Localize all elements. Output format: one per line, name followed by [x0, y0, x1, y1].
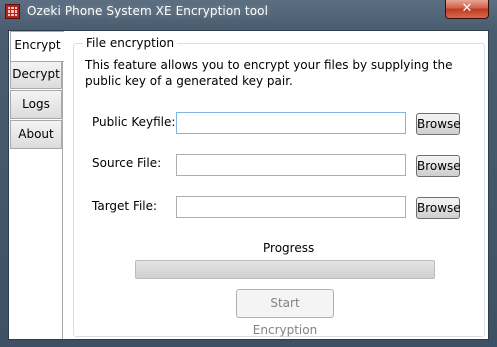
tab-encrypt[interactable]: Encrypt — [10, 31, 64, 62]
source-file-label: Source File: — [92, 156, 162, 170]
description-text: This feature allows you to encrypt your … — [85, 58, 453, 88]
tab-about[interactable]: About — [10, 120, 62, 149]
target-file-input[interactable] — [176, 196, 406, 218]
progress-bar — [135, 260, 435, 279]
tab-strip: Encrypt Decrypt Logs About — [9, 31, 64, 341]
window-title: Ozeki Phone System XE Encryption tool — [27, 4, 269, 18]
start-encryption-button[interactable]: Start Encryption — [236, 289, 334, 337]
client-area: Encrypt Decrypt Logs About File encrypti… — [8, 30, 489, 340]
title-bar[interactable]: Ozeki Phone System XE Encryption tool ✕ — [0, 0, 497, 24]
browse-target-file-button[interactable]: Browse — [416, 197, 461, 219]
progress-label: Progress — [263, 241, 315, 255]
browse-source-file-button[interactable]: Browse — [416, 155, 461, 177]
app-icon — [5, 4, 20, 19]
encrypt-panel: File encryption This feature allows you … — [62, 31, 488, 339]
public-keyfile-label: Public Keyfile: — [92, 115, 176, 129]
close-icon: ✕ — [461, 1, 473, 16]
group-title: File encryption — [83, 36, 178, 50]
target-file-label: Target File: — [92, 199, 158, 213]
source-file-input[interactable] — [176, 154, 406, 176]
close-button[interactable]: ✕ — [445, 0, 489, 19]
app-window: Ozeki Phone System XE Encryption tool ✕ … — [0, 0, 497, 347]
browse-public-keyfile-button[interactable]: Browse — [416, 113, 461, 135]
tab-decrypt[interactable]: Decrypt — [10, 60, 62, 89]
public-keyfile-input[interactable] — [176, 112, 406, 134]
tab-logs[interactable]: Logs — [10, 90, 62, 119]
